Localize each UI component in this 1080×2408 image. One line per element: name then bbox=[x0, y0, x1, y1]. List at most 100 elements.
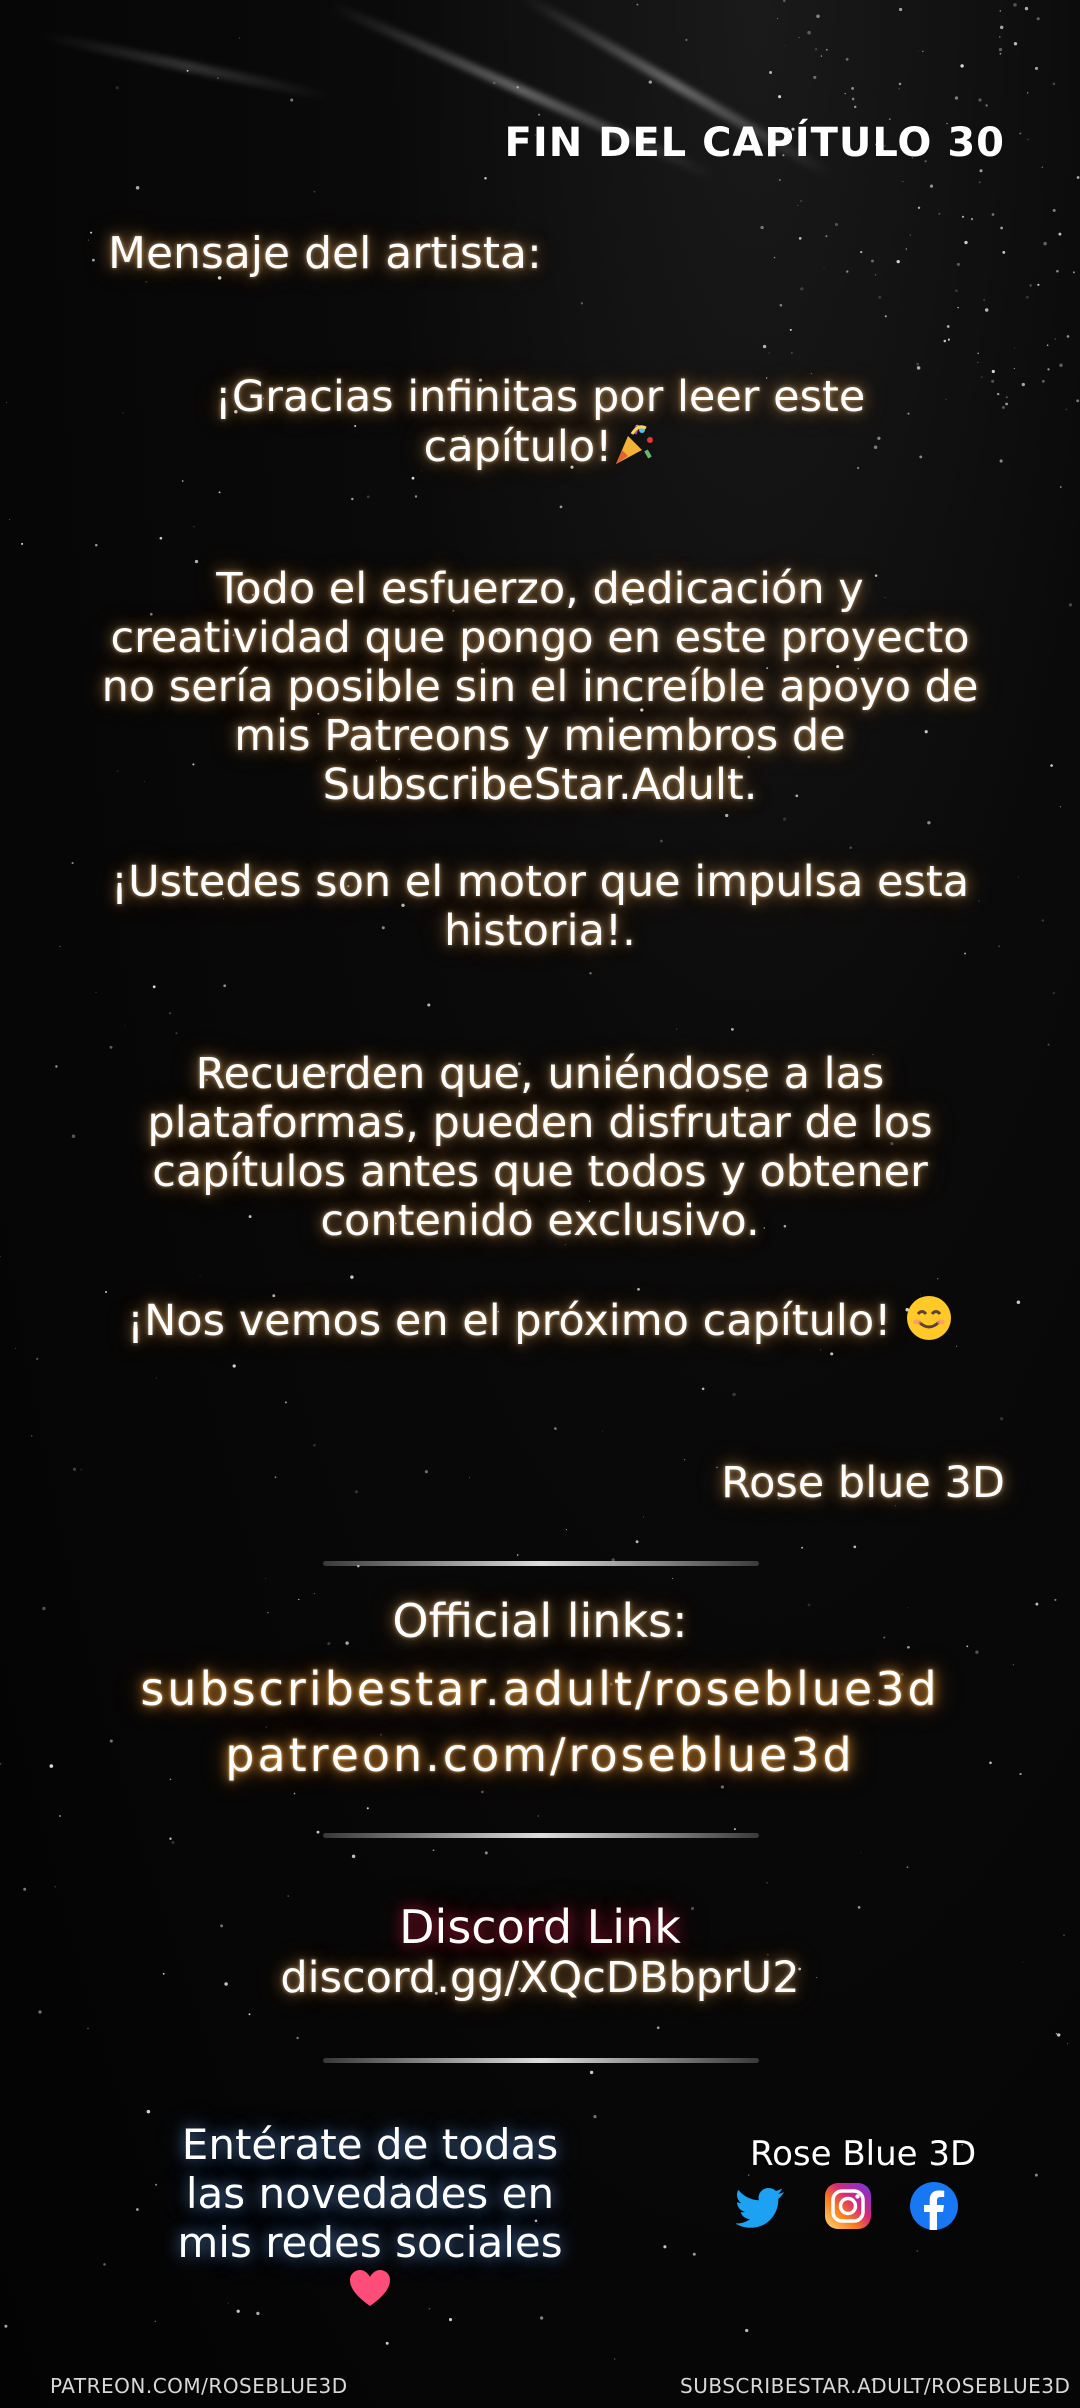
star bbox=[366, 1807, 369, 1810]
star bbox=[30, 1435, 33, 1437]
star bbox=[938, 212, 941, 215]
star bbox=[773, 256, 776, 259]
star bbox=[874, 274, 877, 276]
see-you-message: ¡Nos vemos en el próximo capítulo! bbox=[0, 1294, 1080, 1353]
star bbox=[516, 1554, 519, 1556]
star bbox=[955, 289, 958, 293]
star bbox=[1029, 284, 1032, 287]
star bbox=[760, 225, 764, 230]
brand-name: Rose Blue 3D bbox=[750, 2134, 977, 2174]
star bbox=[1000, 226, 1003, 230]
star bbox=[115, 86, 119, 90]
subscribestar-link[interactable]: subscribestar.adult/roseblue3d bbox=[0, 1662, 1080, 1716]
star bbox=[957, 306, 959, 309]
star bbox=[675, 1028, 678, 1030]
remember-line: capítulos antes que todos y obtener bbox=[152, 1147, 928, 1197]
star bbox=[1019, 132, 1022, 135]
star bbox=[293, 1792, 296, 1795]
star bbox=[316, 1830, 320, 1834]
star bbox=[884, 315, 887, 318]
star bbox=[729, 483, 731, 485]
twitter-icon[interactable] bbox=[736, 2180, 788, 2232]
divider bbox=[323, 1833, 759, 1838]
star bbox=[648, 80, 652, 84]
star bbox=[232, 1364, 236, 1368]
effort-line: mis Patreons y miembros de bbox=[234, 711, 846, 761]
star bbox=[898, 88, 900, 90]
star bbox=[777, 18, 779, 20]
star bbox=[692, 2252, 696, 2256]
star bbox=[946, 325, 950, 328]
discord-link[interactable]: discord.gg/XQcDBbprU2 bbox=[0, 1953, 1080, 2003]
remember-message: Recuerden que, uniéndose a las plataform… bbox=[0, 1050, 1080, 1246]
star bbox=[825, 235, 828, 238]
star bbox=[227, 2302, 229, 2304]
star bbox=[684, 1459, 686, 1461]
star bbox=[801, 1546, 804, 1549]
star bbox=[984, 308, 989, 312]
star bbox=[660, 839, 663, 843]
star bbox=[1055, 2033, 1058, 2035]
star bbox=[414, 495, 418, 498]
star bbox=[896, 259, 900, 264]
star bbox=[155, 1377, 157, 1379]
star bbox=[943, 339, 947, 343]
patreon-link[interactable]: patreon.com/roseblue3d bbox=[0, 1728, 1080, 1782]
star bbox=[484, 1851, 488, 1855]
star bbox=[956, 262, 960, 266]
star bbox=[146, 2109, 151, 2114]
star bbox=[983, 298, 986, 301]
official-links-label: Official links: bbox=[392, 1594, 688, 1648]
star bbox=[1072, 271, 1075, 274]
star bbox=[1057, 2033, 1061, 2037]
star bbox=[745, 2328, 749, 2333]
star bbox=[783, 817, 787, 821]
social-message: Entérate de todas las novedades en mis r… bbox=[150, 2120, 590, 2267]
star bbox=[853, 105, 857, 109]
star bbox=[559, 505, 563, 509]
star bbox=[54, 1886, 56, 1888]
star bbox=[168, 1012, 172, 1015]
star bbox=[124, 1024, 126, 1026]
star bbox=[1002, 250, 1006, 254]
star bbox=[95, 991, 97, 993]
star bbox=[902, 181, 904, 183]
star bbox=[768, 352, 770, 354]
star bbox=[905, 248, 907, 250]
star bbox=[975, 1650, 979, 1654]
star bbox=[218, 491, 221, 494]
star bbox=[1060, 486, 1062, 488]
star bbox=[565, 1529, 567, 1531]
star bbox=[909, 234, 911, 236]
star bbox=[154, 2320, 156, 2322]
facebook-icon[interactable] bbox=[908, 2180, 960, 2232]
star bbox=[199, 1275, 201, 1277]
star bbox=[274, 1476, 277, 1479]
star bbox=[846, 270, 849, 273]
star bbox=[733, 1828, 736, 1831]
star bbox=[998, 47, 1003, 52]
star bbox=[844, 92, 846, 95]
star bbox=[1037, 283, 1040, 286]
star bbox=[964, 240, 968, 245]
star bbox=[851, 97, 855, 101]
star bbox=[580, 302, 584, 305]
star bbox=[614, 2358, 616, 2360]
star bbox=[954, 96, 959, 100]
star bbox=[977, 361, 979, 364]
star bbox=[448, 2318, 453, 2322]
chapter-end-title: FIN DEL CAPÍTULO 30 bbox=[504, 120, 1005, 166]
star bbox=[80, 1468, 83, 1471]
star bbox=[290, 98, 294, 102]
star bbox=[175, 1032, 178, 1035]
star bbox=[807, 30, 811, 35]
instagram-icon[interactable] bbox=[822, 2180, 874, 2232]
star bbox=[58, 1815, 61, 1817]
star bbox=[1059, 363, 1063, 368]
star bbox=[239, 37, 240, 39]
thanks-line: capítulo! bbox=[0, 422, 1080, 477]
star bbox=[656, 2026, 660, 2030]
social-message-line: mis redes sociales bbox=[177, 2218, 563, 2267]
star bbox=[672, 1578, 674, 1579]
star bbox=[922, 50, 924, 52]
